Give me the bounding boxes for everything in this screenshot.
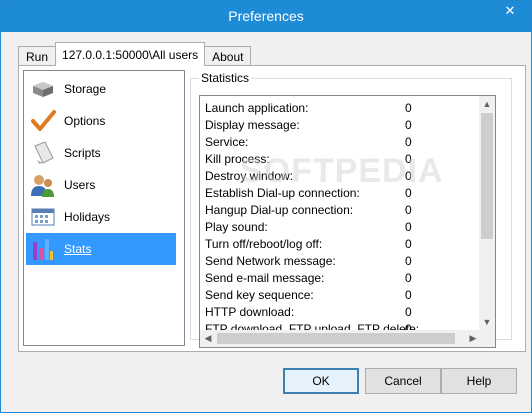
stat-row[interactable]: Turn off/reboot/log off: 0 bbox=[205, 236, 475, 253]
nav-item-stats[interactable]: Stats bbox=[26, 233, 176, 265]
preferences-window: Preferences ✕ Run 127.0.0.1:50000\All us… bbox=[0, 0, 532, 413]
nav-label-options: Options bbox=[64, 114, 106, 128]
vertical-scrollbar[interactable]: ▲ ▼ bbox=[479, 96, 495, 330]
stat-value: 0 bbox=[405, 254, 412, 268]
stat-row[interactable]: Play sound: 0 bbox=[205, 219, 475, 236]
nav-item-scripts[interactable]: Scripts bbox=[26, 137, 176, 169]
tab-about[interactable]: About bbox=[204, 46, 252, 66]
title-bar[interactable]: Preferences ✕ bbox=[1, 1, 531, 32]
users-icon bbox=[26, 169, 60, 201]
stat-row[interactable]: FTP download, FTP upload, FTP delete: 0 bbox=[205, 321, 475, 330]
bar-chart-icon bbox=[26, 233, 60, 265]
stat-name: HTTP download: bbox=[205, 305, 295, 319]
script-page-icon bbox=[26, 137, 60, 169]
stat-name: Send e-mail message: bbox=[205, 271, 325, 285]
help-button[interactable]: Help bbox=[441, 368, 517, 394]
close-button[interactable]: ✕ bbox=[495, 1, 525, 21]
stat-name: Service: bbox=[205, 135, 249, 149]
tab-strip: Run 127.0.0.1:50000\All users About bbox=[18, 42, 252, 66]
stat-value: 0 bbox=[405, 288, 412, 302]
checkmark-icon bbox=[26, 105, 60, 137]
stat-row[interactable]: Service: 0 bbox=[205, 134, 475, 151]
scroll-up-icon[interactable]: ▲ bbox=[479, 96, 495, 112]
nav-label-storage: Storage bbox=[64, 82, 107, 96]
tab-host-all-users[interactable]: 127.0.0.1:50000\All users bbox=[55, 42, 206, 66]
stat-name: Turn off/reboot/log off: bbox=[205, 237, 323, 251]
stat-value: 0 bbox=[405, 118, 412, 132]
stat-value: 0 bbox=[405, 203, 412, 217]
statistics-rows: Launch application: 0 Display message: 0 Ser… bbox=[200, 96, 481, 330]
close-icon: ✕ bbox=[504, 3, 516, 18]
statistics-legend: Statistics bbox=[199, 71, 252, 85]
stat-name: Send Network message: bbox=[205, 254, 336, 268]
nav-item-storage[interactable]: Storage bbox=[26, 73, 176, 105]
stat-name: FTP download, FTP upload, FTP delete: bbox=[205, 322, 420, 330]
stat-value: 0 bbox=[405, 101, 412, 115]
stat-name: Send key sequence: bbox=[205, 288, 314, 302]
stat-value: 0 bbox=[405, 305, 412, 319]
storage-drive-icon bbox=[26, 73, 60, 105]
stat-row[interactable]: Send e-mail message: 0 bbox=[205, 270, 475, 287]
nav-item-users[interactable]: Users bbox=[26, 169, 176, 201]
scrollbar-corner bbox=[479, 330, 495, 347]
stat-row[interactable]: HTTP download: 0 bbox=[205, 304, 475, 321]
cancel-button[interactable]: Cancel bbox=[365, 368, 441, 394]
ok-button[interactable]: OK bbox=[283, 368, 359, 394]
dialog-client: Run 127.0.0.1:50000\All users About Stor… bbox=[8, 32, 526, 407]
tab-run[interactable]: Run bbox=[18, 46, 57, 66]
softpedia-watermark: SOFTPEDIA bbox=[240, 152, 444, 190]
stat-name: Hangup Dial-up connection: bbox=[205, 203, 354, 217]
stat-value: 0 bbox=[405, 135, 412, 149]
window-title: Preferences bbox=[228, 8, 304, 24]
nav-item-holidays[interactable]: Holidays bbox=[26, 201, 176, 233]
stat-name: Play sound: bbox=[205, 220, 268, 234]
vertical-scroll-thumb[interactable] bbox=[481, 113, 493, 239]
scroll-down-icon[interactable]: ▼ bbox=[479, 314, 495, 330]
stat-value: 0 bbox=[405, 271, 412, 285]
stat-row[interactable]: Display message: 0 bbox=[205, 117, 475, 134]
nav-item-options[interactable]: Options bbox=[26, 105, 176, 137]
scroll-left-icon[interactable]: ◀ bbox=[200, 330, 216, 346]
tab-panel: Storage Options Scripts Users Holidays S… bbox=[18, 65, 526, 352]
stat-value: 0 bbox=[405, 322, 412, 330]
nav-label-stats: Stats bbox=[64, 242, 92, 256]
stat-value: 0 bbox=[405, 220, 412, 234]
category-list: Storage Options Scripts Users Holidays S… bbox=[23, 70, 185, 346]
stat-name: Launch application: bbox=[205, 101, 309, 115]
horizontal-scroll-thumb[interactable] bbox=[217, 333, 455, 344]
horizontal-scrollbar[interactable]: ◀ ▶ bbox=[200, 330, 481, 347]
statistics-list[interactable]: Launch application: 0 Display message: 0 Ser… bbox=[199, 95, 496, 348]
stat-row[interactable]: Send key sequence: 0 bbox=[205, 287, 475, 304]
nav-label-holidays: Holidays bbox=[64, 210, 111, 224]
calendar-icon bbox=[26, 201, 60, 233]
nav-label-users: Users bbox=[64, 178, 96, 192]
stat-name: Display message: bbox=[205, 118, 300, 132]
stat-row[interactable]: Send Network message: 0 bbox=[205, 253, 475, 270]
stat-row[interactable]: Hangup Dial-up connection: 0 bbox=[205, 202, 475, 219]
statistics-group: Statistics Launch application: 0 Display m… bbox=[190, 71, 512, 348]
stat-value: 0 bbox=[405, 237, 412, 251]
stat-row[interactable]: Launch application: 0 bbox=[205, 100, 475, 117]
nav-label-scripts: Scripts bbox=[64, 146, 101, 160]
